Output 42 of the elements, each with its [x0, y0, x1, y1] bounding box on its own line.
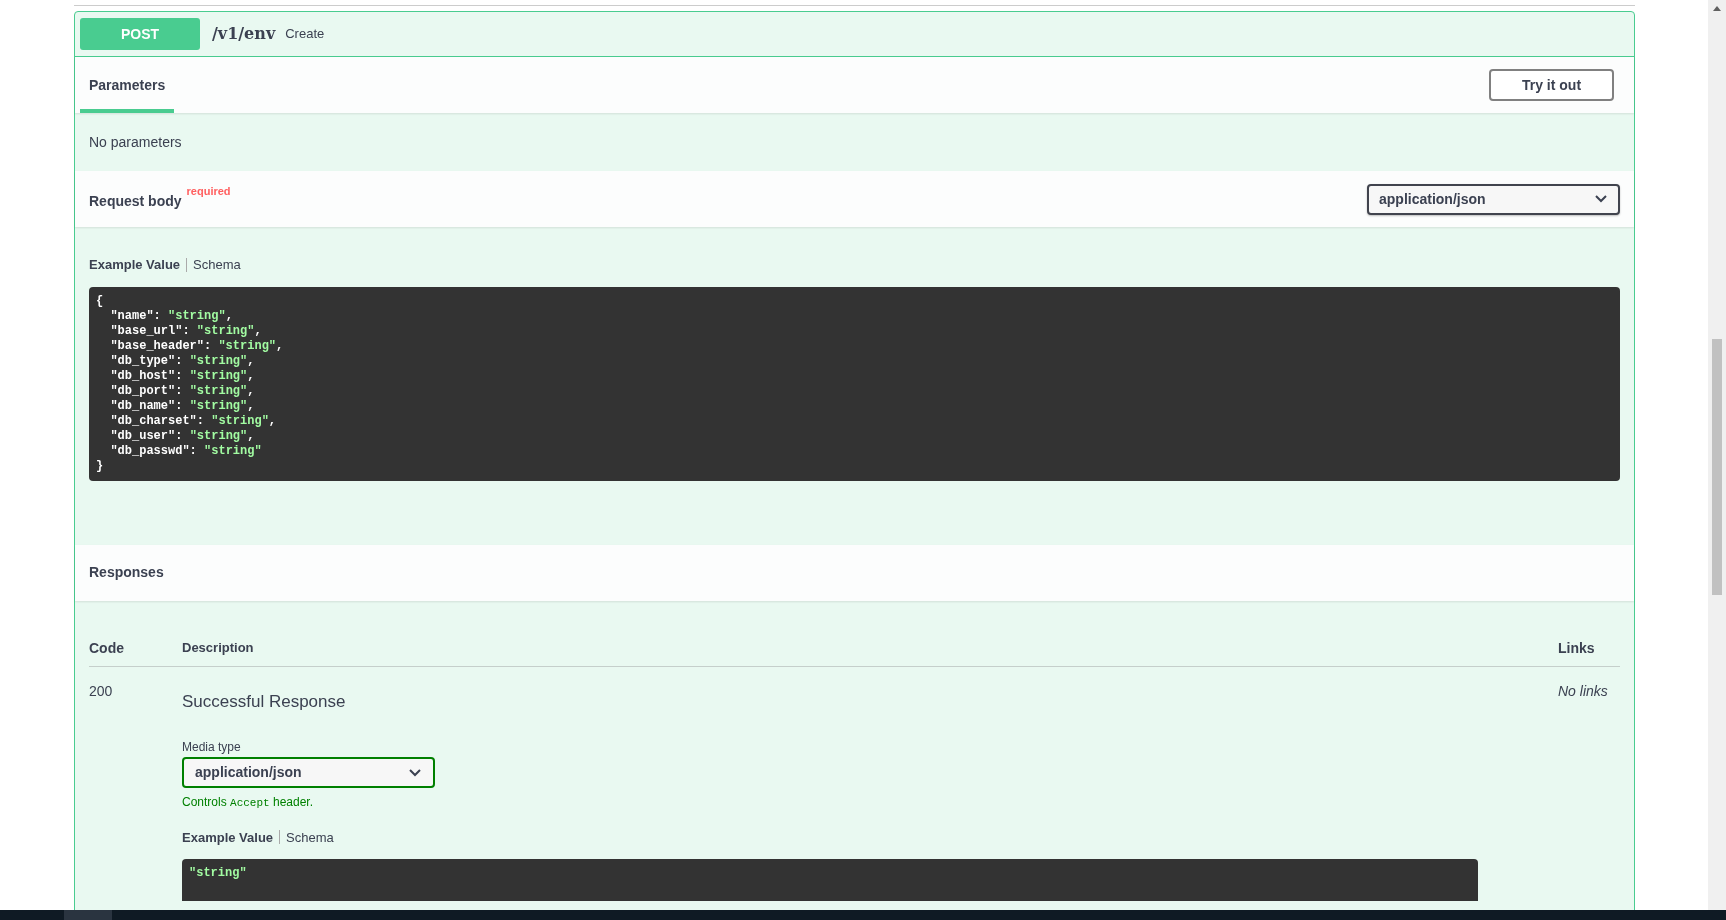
column-header: Links: [1558, 638, 1596, 658]
example-tab[interactable]: Example Value: [89, 255, 181, 275]
column-header: Description: [182, 639, 255, 658]
code-line: "db_charset": "string",: [109, 413, 278, 429]
code-line: "name": "string",: [109, 308, 234, 324]
endpoint-path: /v1/env: [212, 23, 276, 45]
response-description: Successful Response: [182, 690, 347, 713]
response-links: No links: [1558, 681, 1609, 701]
code-line: "db_port": "string",: [109, 383, 256, 399]
responses-title: Responses: [89, 563, 164, 582]
required-label: required: [186, 183, 231, 199]
column-header: Code: [89, 638, 125, 658]
controls-note: Controls Accept header.: [182, 794, 314, 811]
scroll-up-icon[interactable]: [1713, 6, 1721, 11]
code-line: "base_header": "string",: [109, 338, 285, 354]
empty-parameters-text: No parameters: [89, 132, 182, 152]
code-line: "db_user": "string",: [109, 428, 256, 444]
scrollbar-thumb[interactable]: [1712, 339, 1722, 595]
code-line: "db_type": "string",: [109, 353, 256, 369]
request-body-title: Request body: [89, 191, 182, 211]
scrollbar[interactable]: [1708, 0, 1726, 910]
code-line: }: [96, 458, 105, 474]
chevron-down-icon: [408, 767, 422, 778]
method-badge: POST: [80, 18, 200, 50]
try-it-out-button[interactable]: Try it out: [1489, 69, 1614, 101]
code-line: "db_host": "string",: [109, 368, 256, 384]
media-type-label: Media type: [182, 739, 242, 756]
code-line: "string": [189, 866, 248, 881]
taskbar-button[interactable]: [64, 910, 112, 920]
endpoint-summary: Create: [285, 25, 325, 44]
content-type-select[interactable]: application/json: [1367, 183, 1620, 215]
code-line: {: [96, 293, 105, 309]
example-tab[interactable]: Schema: [286, 827, 334, 847]
chevron-down-icon: [1594, 194, 1608, 204]
section-tab[interactable]: Parameters: [80, 57, 175, 113]
response-code: 200: [89, 681, 114, 701]
code-line: "db_passwd": "string": [109, 443, 263, 459]
example-tab[interactable]: Schema: [193, 255, 241, 275]
example-tab[interactable]: Example Value: [182, 827, 274, 847]
media-type-select[interactable]: application/json: [182, 757, 435, 788]
code-line: "db_name": "string",: [109, 398, 256, 414]
code-line: "base_url": "string",: [109, 323, 263, 339]
